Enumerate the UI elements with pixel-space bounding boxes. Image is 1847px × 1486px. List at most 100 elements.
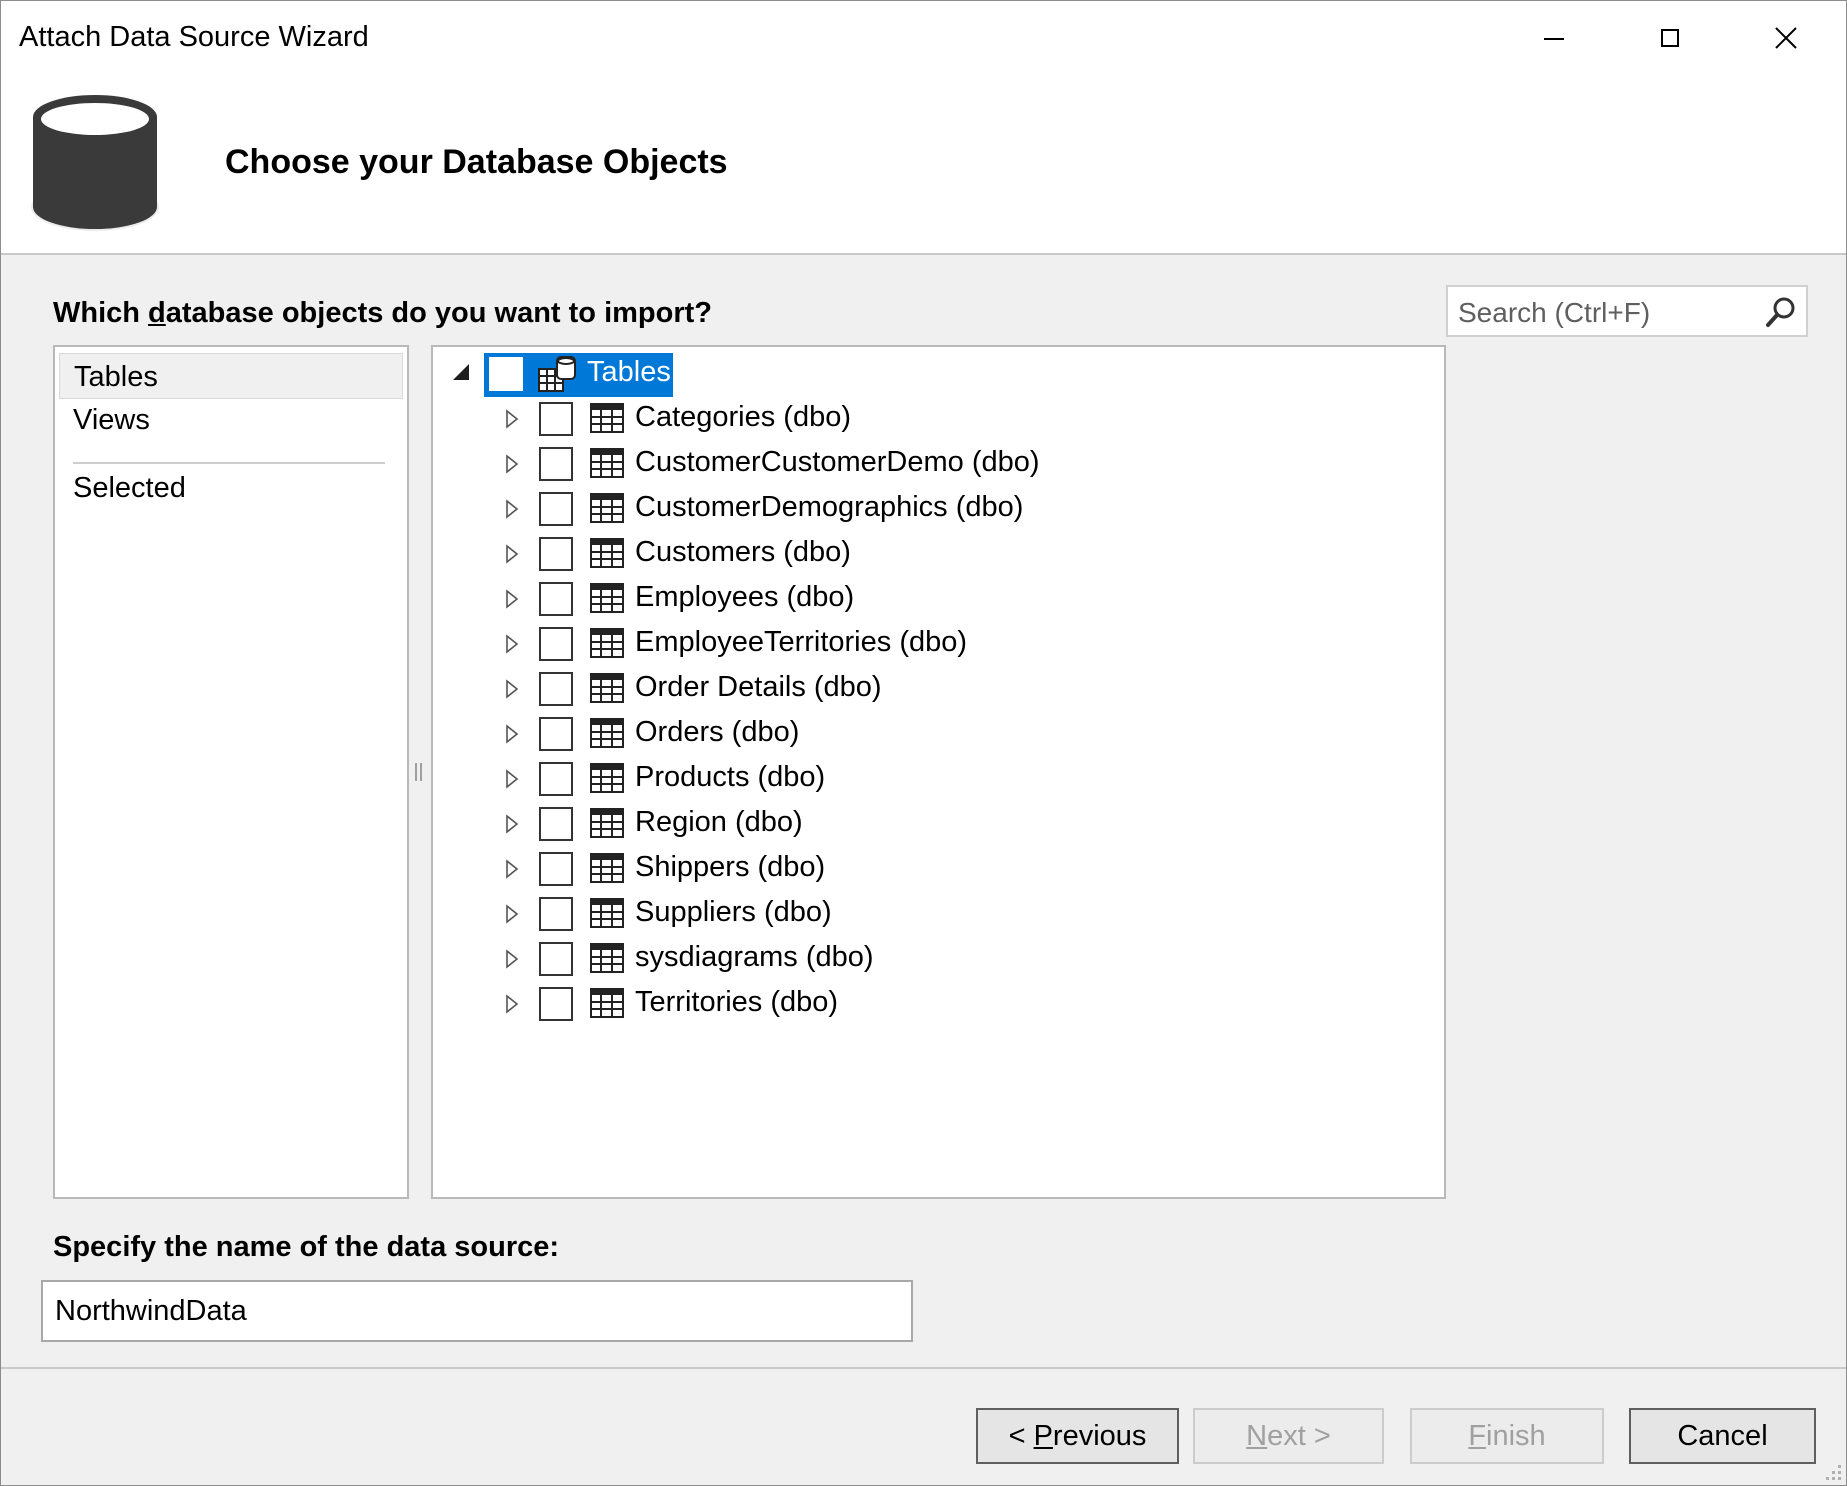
item-checkbox[interactable] <box>539 852 573 886</box>
tree-item[interactable]: Categories (dbo) <box>433 397 1444 442</box>
close-button[interactable] <box>1730 1 1842 75</box>
item-checkbox[interactable] <box>539 717 573 751</box>
item-checkbox[interactable] <box>539 672 573 706</box>
expand-arrow-icon[interactable] <box>505 724 519 744</box>
item-checkbox[interactable] <box>539 582 573 616</box>
tree-item[interactable]: sysdiagrams (dbo) <box>433 937 1444 982</box>
table-icon <box>590 583 624 613</box>
item-checkbox[interactable] <box>539 942 573 976</box>
datasource-name-label: Specify the name of the data source: <box>53 1231 560 1263</box>
wizard-header: Choose your Database Objects <box>1 75 1846 255</box>
item-checkbox[interactable] <box>539 447 573 481</box>
expand-arrow-icon[interactable] <box>505 499 519 519</box>
tree-item-label: sysdiagrams (dbo) <box>635 941 874 973</box>
expand-arrow-icon[interactable] <box>505 634 519 654</box>
minimize-button[interactable] <box>1498 1 1610 75</box>
footer-divider <box>1 1367 1846 1369</box>
tree-item[interactable]: Region (dbo) <box>433 802 1444 847</box>
tables-folder-icon <box>538 356 576 392</box>
tree-item[interactable]: Territories (dbo) <box>433 982 1444 1027</box>
minimize-icon <box>1544 38 1564 40</box>
table-icon <box>590 943 624 973</box>
tree-item[interactable]: CustomerDemographics (dbo) <box>433 487 1444 532</box>
item-checkbox[interactable] <box>539 987 573 1021</box>
expand-arrow-icon[interactable] <box>505 904 519 924</box>
search-box[interactable]: Search (Ctrl+F) <box>1446 285 1808 337</box>
root-checkbox[interactable] <box>489 357 523 391</box>
pane-splitter[interactable] <box>413 763 425 783</box>
tree-item-label: Categories (dbo) <box>635 401 851 433</box>
tree-item-label: Products (dbo) <box>635 761 826 793</box>
search-input[interactable]: Search (Ctrl+F) <box>1458 297 1650 329</box>
page-heading: Choose your Database Objects <box>225 143 728 181</box>
tree-item[interactable]: Order Details (dbo) <box>433 667 1444 712</box>
tree-item-label: Territories (dbo) <box>635 986 839 1018</box>
nav-item-tables[interactable]: Tables <box>59 353 403 399</box>
table-icon <box>590 538 624 568</box>
tree-item[interactable]: Products (dbo) <box>433 757 1444 802</box>
table-icon <box>590 718 624 748</box>
nav-divider <box>73 462 385 464</box>
wizard-window: Attach Data Source Wizard Choose your Da… <box>0 0 1847 1486</box>
finish-button[interactable]: Finish <box>1410 1408 1604 1464</box>
objects-tree: Tables Categories (dbo) CustomerCustomerD… <box>431 345 1446 1199</box>
nav-item-selected[interactable]: Selected <box>59 465 403 511</box>
tree-item[interactable]: CustomerCustomerDemo (dbo) <box>433 442 1444 487</box>
expand-arrow-icon[interactable] <box>505 814 519 834</box>
table-icon <box>590 853 624 883</box>
resize-grip-icon[interactable] <box>1820 1459 1842 1481</box>
item-checkbox[interactable] <box>539 762 573 796</box>
tree-item-label: Employees (dbo) <box>635 581 855 613</box>
tree-item-label: CustomerDemographics (dbo) <box>635 491 1024 523</box>
item-checkbox[interactable] <box>539 537 573 571</box>
expand-arrow-icon[interactable] <box>505 589 519 609</box>
search-icon[interactable] <box>1764 295 1798 329</box>
collapse-arrow-icon[interactable] <box>453 364 469 380</box>
expand-arrow-icon[interactable] <box>505 454 519 474</box>
table-icon <box>590 673 624 703</box>
tree-item-label: EmployeeTerritories (dbo) <box>635 626 968 658</box>
table-icon <box>590 493 624 523</box>
item-checkbox[interactable] <box>539 807 573 841</box>
tree-item-label: Suppliers (dbo) <box>635 896 832 928</box>
tree-root-tables[interactable]: Tables <box>433 351 1444 397</box>
title-bar: Attach Data Source Wizard <box>1 1 1846 75</box>
tree-item-label: Order Details (dbo) <box>635 671 882 703</box>
expand-arrow-icon[interactable] <box>505 544 519 564</box>
window-title: Attach Data Source Wizard <box>19 21 369 53</box>
next-button[interactable]: Next > <box>1193 1408 1384 1464</box>
expand-arrow-icon[interactable] <box>505 994 519 1014</box>
expand-arrow-icon[interactable] <box>505 949 519 969</box>
object-type-list: Tables Views Selected <box>53 345 409 1199</box>
item-checkbox[interactable] <box>539 627 573 661</box>
objects-question-label: Which database objects do you want to im… <box>53 297 712 329</box>
datasource-name-input[interactable] <box>41 1280 913 1342</box>
table-icon <box>590 403 624 433</box>
tree-item[interactable]: EmployeeTerritories (dbo) <box>433 622 1444 667</box>
expand-arrow-icon[interactable] <box>505 679 519 699</box>
tree-root-label: Tables <box>587 356 671 388</box>
tree-item[interactable]: Shippers (dbo) <box>433 847 1444 892</box>
tree-item[interactable]: Orders (dbo) <box>433 712 1444 757</box>
item-checkbox[interactable] <box>539 402 573 436</box>
tree-item[interactable]: Employees (dbo) <box>433 577 1444 622</box>
nav-item-views[interactable]: Views <box>59 397 403 443</box>
expand-arrow-icon[interactable] <box>505 859 519 879</box>
tree-item-label: Region (dbo) <box>635 806 803 838</box>
database-icon <box>31 95 159 231</box>
expand-arrow-icon[interactable] <box>505 409 519 429</box>
maximize-button[interactable] <box>1614 1 1726 75</box>
table-icon <box>590 628 624 658</box>
tree-item-label: Customers (dbo) <box>635 536 851 568</box>
cancel-button[interactable]: Cancel <box>1629 1408 1816 1464</box>
item-checkbox[interactable] <box>539 492 573 526</box>
expand-arrow-icon[interactable] <box>505 769 519 789</box>
table-icon <box>590 808 624 838</box>
tree-item[interactable]: Customers (dbo) <box>433 532 1444 577</box>
tree-item[interactable]: Suppliers (dbo) <box>433 892 1444 937</box>
tree-item-label: Shippers (dbo) <box>635 851 826 883</box>
item-checkbox[interactable] <box>539 897 573 931</box>
table-icon <box>590 988 624 1018</box>
close-icon <box>1775 27 1797 49</box>
previous-button[interactable]: < Previous <box>976 1408 1179 1464</box>
